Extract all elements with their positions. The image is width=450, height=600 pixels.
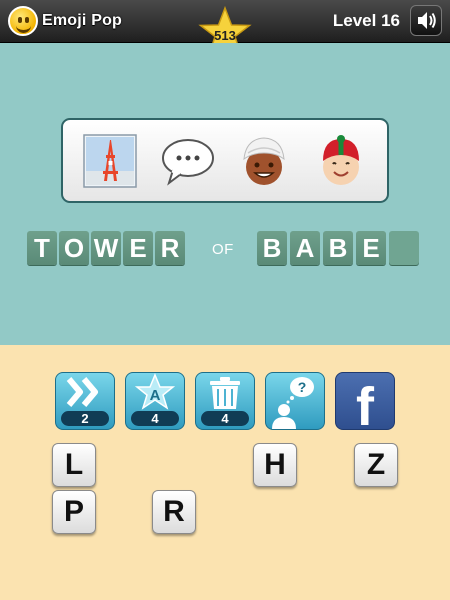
speech-balloon-icon	[159, 133, 215, 189]
remove-letters-button[interactable]: 4	[195, 372, 255, 430]
answer-tile[interactable]: B	[257, 231, 287, 265]
answer-tile[interactable]: A	[290, 231, 320, 265]
letters-area: 2 A 4 4 ? f L H Z P R	[0, 345, 450, 600]
letter-key[interactable]: Z	[354, 443, 398, 487]
svg-text:?: ?	[298, 379, 307, 395]
answer-tile-empty[interactable]	[389, 231, 419, 265]
letter-key[interactable]: R	[152, 490, 196, 534]
svg-text:A: A	[150, 387, 161, 404]
skip-button[interactable]: 2	[55, 372, 115, 430]
answer-tile[interactable]: R	[155, 231, 185, 265]
score-value: 513	[214, 28, 236, 43]
answer-tile[interactable]: W	[91, 231, 121, 265]
puzzle-area: T O W E R OF B A B E	[0, 43, 450, 345]
app-title: Emoji Pop	[42, 12, 123, 29]
facebook-icon: f	[356, 377, 374, 430]
letter-key[interactable]: H	[253, 443, 297, 487]
answer-tile[interactable]: E	[123, 231, 153, 265]
ask-friend-icon: ?	[272, 377, 314, 429]
speaker-icon	[418, 12, 436, 29]
man-with-cap-icon	[313, 133, 369, 189]
level-label: Level 16	[332, 11, 400, 30]
smiley-icon	[8, 6, 38, 36]
answer-word-of: OF	[212, 241, 234, 258]
sound-button[interactable]	[410, 5, 442, 36]
letter-key[interactable]: P	[52, 490, 96, 534]
trash-icon	[210, 377, 240, 409]
fast-forward-icon	[66, 377, 98, 407]
answer-tile[interactable]: B	[323, 231, 353, 265]
answer-tile[interactable]: O	[59, 231, 89, 265]
remove-letters-count: 4	[201, 411, 249, 426]
skip-count: 2	[61, 411, 109, 426]
facebook-button[interactable]: f	[335, 372, 395, 430]
ask-friend-button[interactable]: ?	[265, 372, 325, 430]
answer-tile[interactable]: E	[356, 231, 386, 265]
man-with-turban-icon	[236, 133, 292, 189]
answer-row: T O W E R OF B A B E	[0, 231, 450, 267]
reveal-letter-count: 4	[131, 411, 179, 426]
tokyo-tower-icon	[82, 133, 138, 189]
emoji-clue-card	[61, 118, 389, 203]
reveal-letter-button[interactable]: A 4	[125, 372, 185, 430]
letter-key[interactable]: L	[52, 443, 96, 487]
star-letter-icon: A	[134, 373, 176, 410]
app-logo: Emoji Pop	[8, 6, 122, 36]
answer-tile[interactable]: T	[27, 231, 57, 265]
